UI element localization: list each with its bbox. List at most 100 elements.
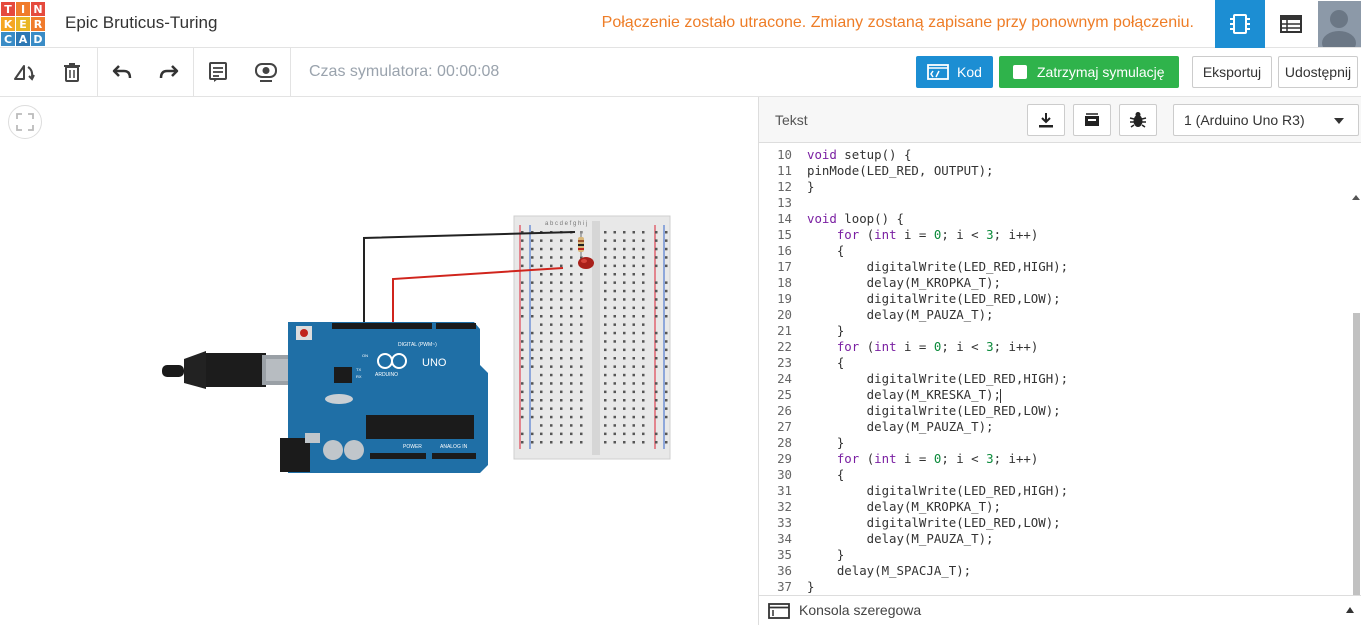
breadboard-hole[interactable] [540,407,543,410]
breadboard-hole[interactable] [632,348,636,352]
rail-hole[interactable] [531,239,534,242]
breadboard-hole[interactable] [550,348,553,352]
breadboard-hole[interactable] [604,348,607,352]
code-line[interactable]: 12} [759,179,1349,195]
rail-hole[interactable] [665,281,668,284]
debugger-button[interactable] [1119,104,1157,136]
breadboard-hole[interactable] [642,382,645,385]
export-button[interactable]: Eksportuj [1192,56,1272,88]
breadboard-hole[interactable] [570,399,573,402]
breadboard-hole[interactable] [613,273,617,276]
rail-hole[interactable] [521,357,524,360]
breadboard-hole[interactable] [613,399,617,402]
rail-hole[interactable] [655,382,658,385]
breadboard-hole[interactable] [560,239,563,242]
rail-hole[interactable] [665,365,668,368]
breadboard-hole[interactable] [550,239,553,242]
rail-hole[interactable] [531,264,534,268]
code-line[interactable]: 28 } [759,435,1349,451]
breadboard-hole[interactable] [560,281,563,284]
redo-button[interactable] [145,48,193,96]
breadboard-hole[interactable] [632,306,636,310]
breadboard-hole[interactable] [642,323,645,326]
rail-hole[interactable] [665,315,668,318]
rail-hole[interactable] [655,415,658,419]
code-line[interactable]: 26 digitalWrite(LED_RED,LOW); [759,403,1349,419]
code-line[interactable]: 13 [759,195,1349,211]
rail-hole[interactable] [655,390,658,394]
breadboard-hole[interactable] [613,432,617,436]
code-line[interactable]: 34 delay(M_PAUZA_T); [759,531,1349,547]
breadboard-hole[interactable] [540,432,543,436]
download-code-button[interactable] [1027,104,1065,136]
breadboard-hole[interactable] [540,273,543,276]
breadboard-hole[interactable] [632,415,636,419]
rail-hole[interactable] [531,298,534,301]
breadboard[interactable]: a b c d e f g h i j [513,215,671,460]
breadboard-hole[interactable] [642,357,645,360]
breadboard-hole[interactable] [613,365,617,368]
breadboard-hole[interactable] [642,256,645,259]
breadboard-hole[interactable] [570,432,573,436]
breadboard-hole[interactable] [540,264,543,268]
code-line[interactable]: 19 digitalWrite(LED_RED,LOW); [759,291,1349,307]
breadboard-hole[interactable] [642,407,645,410]
breadboard-hole[interactable] [560,382,563,385]
breadboard-hole[interactable] [613,298,617,301]
rail-hole[interactable] [531,399,534,402]
breadboard-hole[interactable] [560,390,563,394]
breadboard-hole[interactable] [613,373,617,377]
breadboard-hole[interactable] [560,399,563,402]
rail-hole[interactable] [531,289,534,293]
breadboard-hole[interactable] [550,407,553,410]
breadboard-hole[interactable] [623,441,626,444]
breadboard-hole[interactable] [570,239,573,242]
breadboard-hole[interactable] [560,331,563,335]
breadboard-hole[interactable] [642,289,645,293]
breadboard-hole[interactable] [604,390,607,394]
rail-hole[interactable] [521,289,524,293]
rail-hole[interactable] [655,247,658,251]
rail-hole[interactable] [665,441,668,444]
rail-hole[interactable] [655,306,658,310]
rail-hole[interactable] [665,231,668,234]
breadboard-hole[interactable] [613,340,617,343]
breadboard-hole[interactable] [632,289,636,293]
breadboard-hole[interactable] [623,340,626,343]
breadboard-hole[interactable] [580,373,583,377]
code-line[interactable]: 14 void loop() { [759,211,1349,227]
breadboard-hole[interactable] [623,247,626,251]
breadboard-hole[interactable] [580,331,583,335]
code-line[interactable]: 23 { [759,355,1349,371]
rail-hole[interactable] [665,399,668,402]
breadboard-hole[interactable] [580,441,583,444]
breadboard-hole[interactable] [613,357,617,360]
breadboard-hole[interactable] [604,231,607,234]
breadboard-hole[interactable] [560,424,563,427]
breadboard-hole[interactable] [570,357,573,360]
breadboard-hole[interactable] [560,365,563,368]
breadboard-hole[interactable] [570,441,573,444]
breadboard-hole[interactable] [604,373,607,377]
breadboard-hole[interactable] [540,424,543,427]
breadboard-hole[interactable] [632,298,636,301]
rail-hole[interactable] [531,432,534,436]
breadboard-hole[interactable] [560,264,563,268]
breadboard-hole[interactable] [623,399,626,402]
breadboard-hole[interactable] [623,323,626,326]
rail-hole[interactable] [521,247,524,251]
rail-hole[interactable] [655,399,658,402]
rail-hole[interactable] [655,264,658,268]
breadboard-hole[interactable] [604,407,607,410]
breadboard-hole[interactable] [604,264,607,268]
breadboard-hole[interactable] [613,424,617,427]
breadboard-hole[interactable] [580,273,583,276]
rail-hole[interactable] [521,441,524,444]
breadboard-hole[interactable] [632,399,636,402]
breadboard-hole[interactable] [642,348,645,352]
breadboard-hole[interactable] [642,415,645,419]
breadboard-hole[interactable] [580,365,583,368]
code-line[interactable]: 16 { [759,243,1349,259]
rail-hole[interactable] [655,256,658,259]
rail-hole[interactable] [655,348,658,352]
